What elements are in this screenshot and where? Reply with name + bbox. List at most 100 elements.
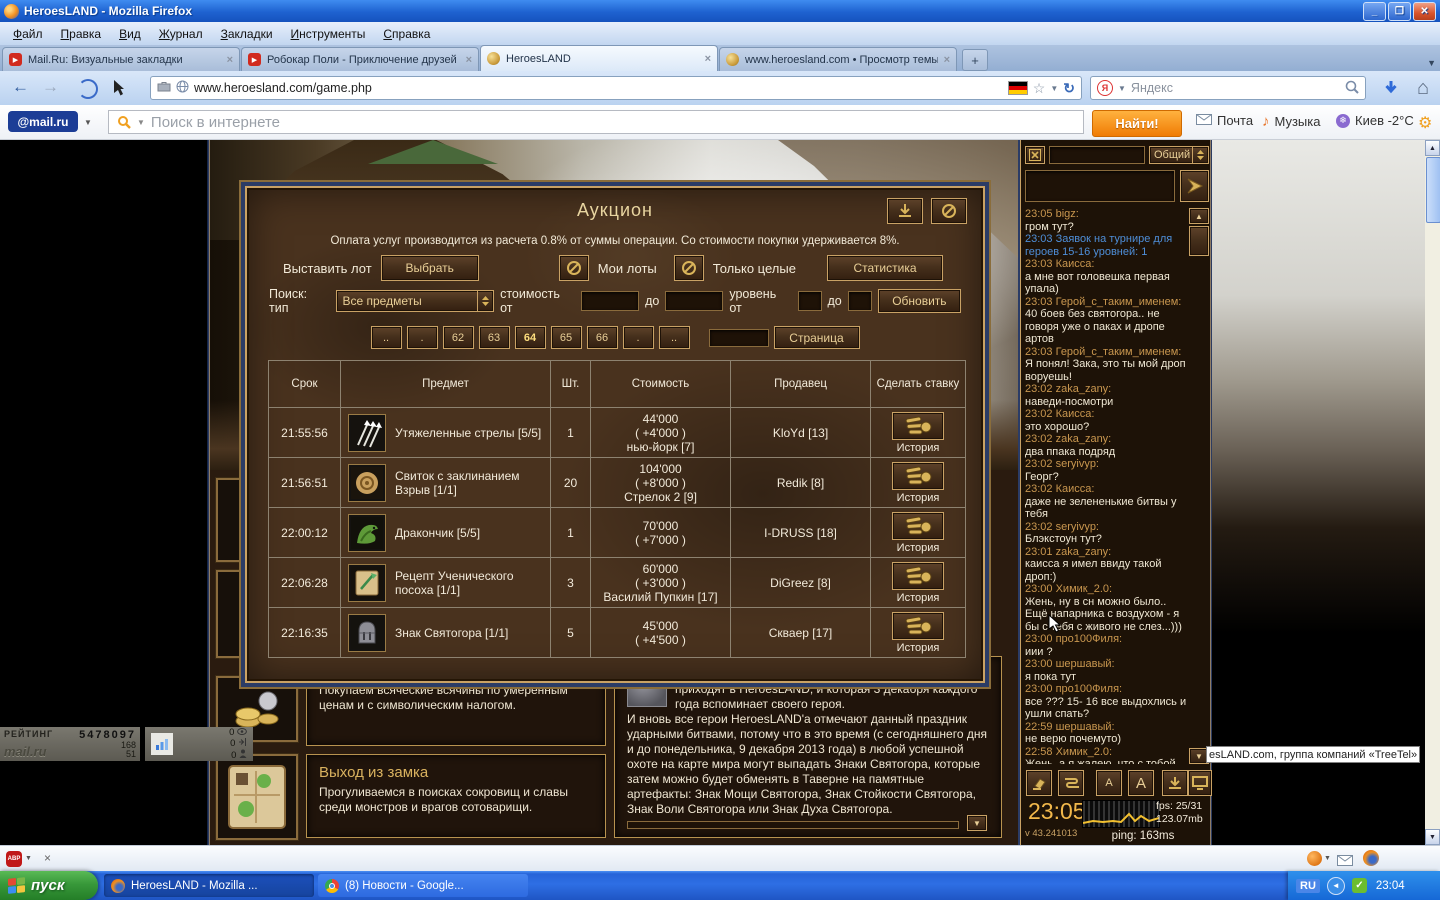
castle-menu-icon-map[interactable] [216, 754, 298, 840]
browser-tab-0[interactable]: Mail.Ru: Визуальные закладки× [2, 47, 240, 71]
collapse-dialog-button[interactable] [887, 198, 923, 224]
forward-button[interactable]: → [42, 77, 59, 97]
level-from-input[interactable] [798, 291, 822, 311]
url-dropdown-icon[interactable]: ▼ [1050, 84, 1058, 93]
downloads-button[interactable] [1378, 75, 1404, 101]
chat-username[interactable]: Химик_2.0: [1056, 583, 1112, 595]
scroll-down-arrow[interactable]: ▼ [1425, 829, 1440, 845]
chat-system-button[interactable] [1188, 770, 1212, 796]
chat-username[interactable]: шершавый: [1056, 658, 1115, 670]
item-icon-dragon[interactable] [348, 514, 386, 552]
menu-item-2[interactable]: Вид [112, 25, 148, 43]
chat-filter-input[interactable] [1049, 146, 1145, 164]
url-text[interactable]: www.heroesland.com/game.php [194, 81, 1003, 95]
bookmark-star-icon[interactable]: ☆ [1033, 80, 1046, 97]
chat-username[interactable]: zaka_zany: [1056, 383, 1112, 395]
chat-username[interactable]: шершавый: [1056, 721, 1115, 733]
history-button[interactable] [892, 412, 944, 440]
statistics-button[interactable]: Статистика [827, 255, 943, 281]
browser-tab-3[interactable]: www.heroesland.com • Просмотр темы ...× [719, 47, 957, 71]
chat-send-button[interactable] [1180, 170, 1209, 202]
mail-addon-icon[interactable] [1337, 853, 1353, 871]
chat-username[interactable]: Каисса: [1056, 258, 1095, 270]
url-bar[interactable]: www.heroesland.com/game.php ☆ ▼ ↻ [150, 76, 1082, 100]
font-small-button[interactable]: A [1096, 770, 1122, 796]
task-button-1[interactable]: (8) Новости - Google... [318, 874, 528, 897]
chat-username[interactable]: Герой_с_таким_именем: [1056, 346, 1182, 358]
cost-from-input[interactable] [581, 291, 639, 311]
table-row[interactable]: 21:55:56Утяжеленные стрелы [5/5]144'000(… [269, 408, 966, 458]
cursor-extension-icon[interactable] [112, 79, 128, 95]
history-button[interactable] [892, 512, 944, 540]
cost-to-input[interactable] [665, 291, 723, 311]
table-row[interactable]: 22:16:35Знак Святогора [1/1]545'000( +4'… [269, 608, 966, 658]
adblock-dropdown-icon[interactable]: ▼ [25, 855, 32, 862]
select-spinner-icon[interactable] [1192, 147, 1208, 163]
page-button-.[interactable]: . [407, 326, 438, 349]
chat-username[interactable]: про100Филя: [1056, 683, 1122, 695]
counter-widget[interactable]: 0 0 0 [145, 727, 253, 761]
gear-icon[interactable]: ⚙ [1418, 113, 1432, 133]
page-button-63[interactable]: 63 [479, 326, 510, 349]
tray-agent-icon[interactable]: ✓ [1352, 878, 1367, 893]
menu-item-5[interactable]: Инструменты [284, 25, 373, 43]
chat-username[interactable]: Каисса: [1056, 483, 1095, 495]
page-button-..[interactable]: .. [659, 326, 690, 349]
go-to-page-button[interactable]: Страница [774, 326, 860, 349]
close-button[interactable]: ✕ [1413, 2, 1436, 21]
rating-widget[interactable]: РЕЙТИНГ 5478097 mail.ru 168 51 [0, 727, 140, 761]
chat-messages[interactable]: 23:05 bigz:гром тут?23:03 Заявок на турн… [1025, 208, 1187, 764]
item-icon-scroll[interactable] [348, 464, 386, 502]
reload-icon[interactable]: ↻ [1063, 80, 1075, 97]
tray-collapse-icon[interactable]: ◄ [1327, 877, 1345, 895]
search-engine-dropdown-icon[interactable]: ▼ [1118, 84, 1126, 93]
firefox-addon-icon[interactable] [1363, 850, 1379, 866]
language-indicator[interactable]: RU [1296, 879, 1320, 893]
table-row[interactable]: 21:56:51Свиток с заклинанием Взрыв [1/1]… [269, 458, 966, 508]
tab-close-icon[interactable]: × [944, 54, 950, 66]
news-scrollbar-track[interactable] [627, 821, 959, 829]
chat-username[interactable]: zaka_zany: [1056, 433, 1112, 445]
chat-scroll-up-button[interactable]: ▲ [1189, 208, 1209, 224]
chat-username[interactable]: про100Филя: [1056, 633, 1122, 645]
mailru-dropdown-icon[interactable]: ▼ [84, 118, 92, 127]
start-button[interactable]: пуск [0, 871, 98, 900]
page-button-66[interactable]: 66 [587, 326, 618, 349]
chat-clear-button[interactable] [1026, 770, 1052, 796]
table-row[interactable]: 22:06:28Рецепт Ученического посоха [1/1]… [269, 558, 966, 608]
history-button[interactable] [892, 462, 944, 490]
adblock-icon[interactable]: ABP [6, 851, 22, 867]
menu-item-4[interactable]: Закладки [214, 25, 280, 43]
refresh-lots-button[interactable]: Обновить [878, 289, 961, 313]
item-icon-recipe[interactable] [348, 564, 386, 602]
page-button-65[interactable]: 65 [551, 326, 582, 349]
history-button[interactable] [892, 562, 944, 590]
only-whole-toggle[interactable] [674, 255, 704, 281]
chat-username[interactable]: Герой_с_таким_именем: [1056, 296, 1182, 308]
item-type-select[interactable]: Все предметы [336, 290, 495, 312]
page-scrollbar[interactable]: ▲ ▼ [1425, 140, 1440, 845]
browser-tab-2[interactable]: HeroesLAND× [480, 45, 718, 71]
item-icon-arrows[interactable] [348, 414, 386, 452]
home-button[interactable]: ⌂ [1410, 75, 1436, 101]
select-spinner-icon[interactable] [477, 291, 493, 311]
page-button-.[interactable]: . [623, 326, 654, 349]
weather-link[interactable]: ❄ Киев -2°C [1336, 113, 1414, 128]
new-tab-button[interactable]: + [962, 49, 988, 71]
menu-item-1[interactable]: Правка [54, 25, 109, 43]
history-button[interactable] [892, 612, 944, 640]
exit-title[interactable]: Выход из замка [319, 765, 593, 780]
item-icon-helmet[interactable] [348, 614, 386, 652]
search-placeholder[interactable]: Яндекс [1131, 81, 1340, 95]
chat-username[interactable]: zaka_zany: [1056, 546, 1112, 558]
chat-message-input[interactable] [1025, 170, 1175, 202]
yandex-icon[interactable]: Я [1097, 80, 1113, 96]
magnifier-icon[interactable] [1345, 80, 1359, 97]
tab-close-icon[interactable]: × [705, 53, 711, 65]
choose-lot-button[interactable]: Выбрать [381, 255, 479, 281]
mailru-search-placeholder[interactable]: Поиск в интернете [151, 114, 280, 131]
browser-tab-1[interactable]: Робокар Поли - Приключение друзей -...× [241, 47, 479, 71]
tab-close-icon[interactable]: × [466, 54, 472, 66]
back-button[interactable]: ← [12, 77, 29, 97]
fox-addon-icon[interactable] [1307, 851, 1322, 866]
